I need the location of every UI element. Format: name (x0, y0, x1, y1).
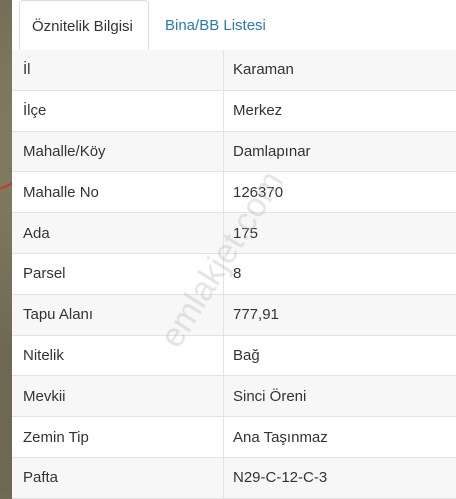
row-label: Ada (12, 213, 224, 253)
row-label: Mahalle No (12, 172, 224, 213)
row-value: Damlapınar (233, 142, 311, 160)
attribute-panel: Öznitelik Bilgisi Bina/BB Listesi İl Kar… (12, 0, 456, 499)
row-value: 8 (233, 265, 242, 283)
row-value: Sinci Öreni (233, 387, 307, 405)
row-value: 777,91 (233, 306, 279, 324)
row-label: Pafta (12, 457, 224, 498)
table-row: Mahalle/Köy Damlapınar (12, 131, 456, 173)
row-value: Bağ (233, 346, 260, 364)
row-label: Tapu Alanı (12, 294, 224, 335)
table-row: Mevkii Sinci Öreni (12, 376, 456, 418)
table-row: Zemin Tip Ana Taşınmaz (12, 417, 456, 458)
row-value: 175 (233, 224, 259, 242)
attribute-table: İl Karaman İlçe Merkez Mahalle/Köy Damla… (12, 50, 456, 499)
tab-building-list[interactable]: Bina/BB Listesi (153, 0, 278, 50)
row-label: Mahalle/Köy (12, 131, 224, 172)
row-label: İl (12, 50, 224, 90)
row-label: Mevkii (12, 376, 224, 417)
row-value: Merkez (233, 102, 283, 120)
table-row: Tapu Alanı 777,91 (12, 294, 456, 336)
table-row: İlçe Merkez (12, 90, 456, 132)
table-row: Ada 175 (12, 213, 456, 254)
row-label: Nitelik (12, 335, 224, 376)
row-value: Ana Taşınmaz (233, 428, 328, 446)
row-value: N29-C-12-C-3 (233, 469, 328, 487)
table-row: Mahalle No 126370 (12, 172, 456, 214)
row-value: Karaman (233, 61, 294, 79)
row-value: 126370 (233, 183, 284, 201)
row-label: İlçe (12, 90, 224, 131)
table-row: Nitelik Bağ (12, 335, 456, 377)
table-row: Pafta N29-C-12-C-3 (12, 457, 456, 499)
row-label: Zemin Tip (12, 417, 224, 457)
row-label: Parsel (12, 253, 224, 294)
table-row: İl Karaman (12, 50, 456, 91)
tab-bar: Öznitelik Bilgisi Bina/BB Listesi (12, 0, 456, 51)
table-row: Parsel 8 (12, 253, 456, 295)
tab-attribute-info[interactable]: Öznitelik Bilgisi (19, 0, 149, 51)
